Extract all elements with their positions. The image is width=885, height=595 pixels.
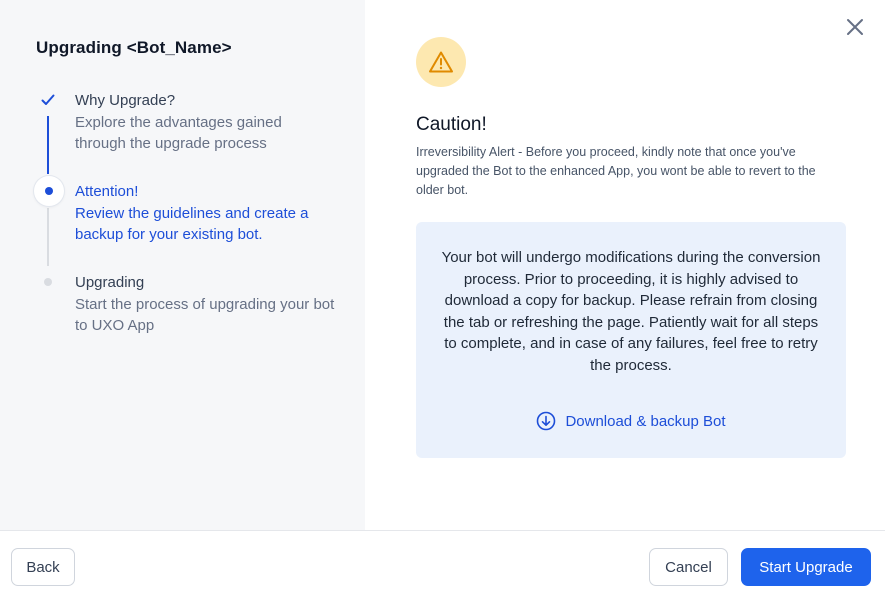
step-current-marker — [34, 176, 64, 206]
step-title: Upgrading — [75, 274, 145, 291]
modal-footer: Back Cancel Start Upgrade — [0, 530, 885, 595]
close-button[interactable] — [842, 14, 868, 40]
back-button[interactable]: Back — [11, 548, 75, 586]
warning-triangle-icon — [429, 51, 453, 73]
step-title: Attention! — [75, 183, 139, 200]
step-description: Review the guidelines and create a backu… — [75, 205, 309, 243]
step-title: Why Upgrade? — [75, 92, 176, 109]
download-circle-icon — [537, 411, 556, 431]
warning-badge — [416, 37, 466, 87]
checkmark-icon — [41, 94, 55, 105]
step-description: Start the process of upgrading your bot … — [75, 296, 335, 334]
start-upgrade-button[interactable]: Start Upgrade — [741, 548, 871, 586]
step-connector-pending — [47, 208, 49, 266]
backup-info-text: Your bot will undergo modifications duri… — [441, 249, 821, 374]
step-attention: Attention! Review the guidelines and cre… — [75, 182, 335, 245]
close-icon — [847, 19, 863, 35]
cancel-button[interactable]: Cancel — [649, 548, 728, 586]
step-connector-completed — [47, 116, 49, 174]
step-upgrading: Upgrading Start the process of upgrading… — [75, 273, 335, 336]
step-pending-marker — [44, 278, 52, 286]
current-step-dot — [45, 187, 53, 195]
irreversibility-alert-text: Irreversibility Alert - Before you proce… — [416, 145, 816, 197]
modal-title: Upgrading <Bot_Name> — [36, 38, 232, 57]
step-completed-marker — [36, 88, 60, 112]
backup-info-box: Your bot will undergo modifications duri… — [416, 222, 846, 458]
download-backup-link[interactable]: Download & backup Bot — [416, 411, 846, 431]
step-why-upgrade: Why Upgrade? Explore the advantages gain… — [75, 91, 335, 154]
download-link-label: Download & backup Bot — [565, 412, 726, 430]
steps-panel: Upgrading <Bot_Name> Why Upgrade? Explor… — [0, 0, 365, 530]
caution-heading: Caution! — [416, 114, 487, 135]
step-description: Explore the advantages gained through th… — [75, 114, 282, 152]
